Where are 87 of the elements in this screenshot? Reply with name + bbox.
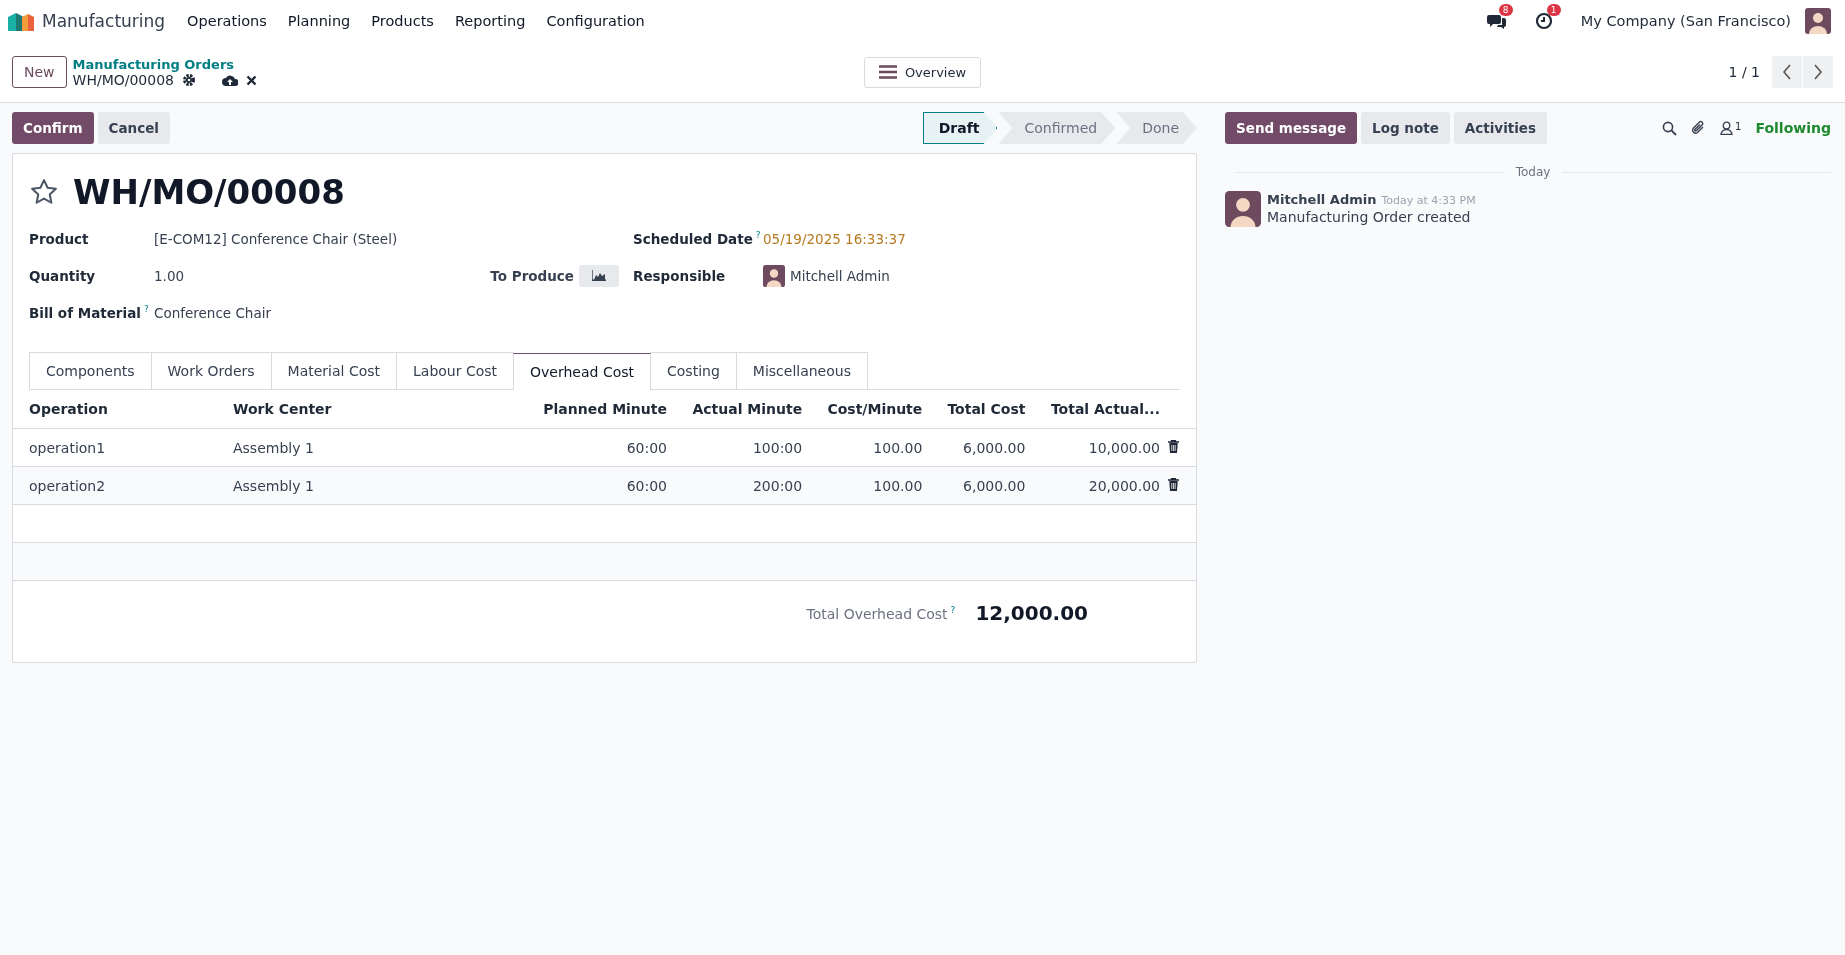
status-stage[interactable]: Confirmed [998, 112, 1116, 144]
breadcrumb-link[interactable]: Manufacturing Orders [72, 57, 235, 72]
column-header[interactable]: Work Center [217, 390, 421, 429]
table-cell: operation2 [13, 466, 217, 505]
field-label: Product [29, 230, 90, 247]
total-value: 12,000.00 [975, 601, 1088, 625]
following-button[interactable]: Following [1755, 120, 1831, 136]
table-cell: 100.00 [810, 466, 931, 505]
table-cell: Assembly 1 [217, 466, 421, 505]
table-cell: 6,000.00 [930, 428, 1034, 467]
table-cell: 20,000.00 [1033, 466, 1168, 505]
record-title: WH/MO/00008 [73, 172, 345, 212]
chatter-button[interactable]: Log note [1361, 112, 1450, 144]
date-separator: Today [1515, 165, 1551, 179]
action-button[interactable]: Cancel [97, 112, 170, 144]
menu-item[interactable]: Products [371, 13, 434, 29]
field-value[interactable]: Conference Chair [154, 304, 271, 321]
field-label: Scheduled Date $^{?}$ [633, 230, 762, 247]
chevron-left-icon [1782, 64, 1792, 80]
menu-icon [878, 65, 897, 79]
tab[interactable]: Components [29, 352, 152, 389]
message-time: Today at 4:33 PM [1381, 194, 1476, 207]
previous-button[interactable] [1772, 56, 1802, 88]
tab[interactable]: Overhead Cost [513, 353, 652, 390]
menu-item[interactable]: Operations [187, 13, 267, 29]
company-switcher[interactable]: My Company (San Francisco) [1580, 13, 1791, 29]
column-header[interactable]: Actual Minute [675, 390, 811, 429]
field-label: To Produce [490, 267, 574, 284]
search-icon[interactable] [1662, 120, 1678, 136]
follower-count: 1 [1735, 121, 1742, 132]
field-label: Bill of Material $^{?}$ [29, 304, 150, 321]
person-icon[interactable] [1720, 121, 1734, 135]
menu-item[interactable]: Planning [287, 13, 351, 29]
forecast-button[interactable] [579, 264, 619, 287]
table-cell: 60:00 [421, 466, 675, 505]
pager-value: 1 / 1 [1728, 64, 1760, 80]
total-label: Total Overhead Cost $^{?}$ [806, 604, 956, 622]
field-value[interactable]: 05/19/2025 16:33:37 [763, 230, 906, 247]
status-stage[interactable]: Done [1116, 112, 1197, 144]
delete-icon[interactable] [1168, 477, 1179, 491]
tab[interactable]: Miscellaneous [735, 352, 868, 389]
table-cell: 60:00 [421, 428, 675, 467]
app-logo-icon[interactable] [8, 11, 34, 31]
area-chart-icon [592, 270, 606, 281]
user-avatar-icon[interactable] [1805, 8, 1831, 34]
discard-icon[interactable] [246, 74, 257, 86]
field-value[interactable]: 1.00 [154, 267, 185, 284]
field-value[interactable]: [E-COM12] Conference Chair (Steel) [154, 230, 398, 247]
chevron-right-icon [1813, 64, 1823, 80]
settings-icon[interactable] [182, 73, 196, 87]
notification-badge: 8 [1498, 4, 1513, 16]
table-cell: 100.00 [810, 428, 931, 467]
chatter-button[interactable]: Send message [1225, 112, 1358, 144]
table-cell: Assembly 1 [217, 428, 421, 467]
message-text: Manufacturing Order created [1267, 209, 1472, 225]
table-cell: 10,000.00 [1033, 428, 1168, 467]
column-header[interactable]: Total Cost [930, 390, 1034, 429]
star-icon[interactable] [29, 177, 59, 207]
message-author: Mitchell Admin [1267, 192, 1377, 207]
table-cell: 100:00 [675, 428, 811, 467]
menu-item[interactable]: Reporting [454, 13, 526, 29]
delete-icon[interactable] [1168, 439, 1179, 453]
new-button[interactable]: New [12, 56, 67, 88]
status-stage[interactable]: Draft [922, 112, 998, 144]
table-cell: 200:00 [675, 466, 811, 505]
overview-button[interactable]: Overview [863, 56, 982, 88]
column-header[interactable]: Cost/Minute [810, 390, 931, 429]
user-avatar-icon [1225, 191, 1261, 227]
column-header[interactable]: Total Actual... [1033, 390, 1168, 429]
user-avatar-icon [763, 264, 785, 287]
field-label: Quantity [29, 267, 97, 284]
field-value[interactable]: Mitchell Admin [790, 267, 890, 284]
breadcrumb-current: WH/MO/00008 [72, 72, 174, 88]
cloud-upload-icon[interactable] [222, 74, 238, 86]
column-header[interactable]: Operation [13, 390, 217, 429]
field-label: Responsible [633, 267, 727, 284]
chatter-button[interactable]: Activities [1453, 112, 1548, 144]
app-name[interactable]: Manufacturing [42, 11, 166, 31]
chat-icon[interactable] [1486, 12, 1507, 30]
clock-icon[interactable] [1534, 12, 1553, 30]
action-button[interactable]: Confirm [12, 112, 94, 144]
next-button[interactable] [1803, 56, 1833, 88]
notification-badge: 1 [1546, 4, 1561, 16]
column-header[interactable]: Planned Minute [421, 390, 675, 429]
table-cell: operation1 [13, 428, 217, 467]
table-cell: 6,000.00 [930, 466, 1034, 505]
menu-item[interactable]: Configuration [546, 13, 645, 29]
